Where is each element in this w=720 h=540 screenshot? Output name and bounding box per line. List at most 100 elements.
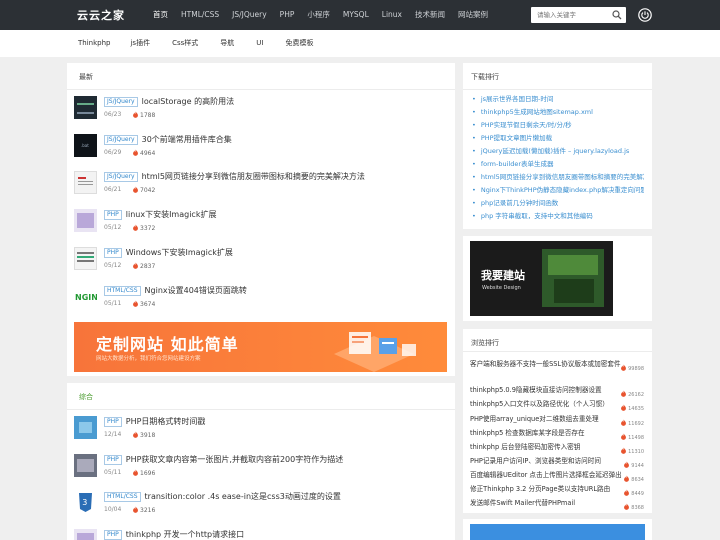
category-tag[interactable]: JS/JQuery [104,134,138,145]
article-title[interactable]: thinkphp 开发一个http请求接口 [126,530,244,539]
article-item[interactable]: NGINX HTML/CSS Nginx设置404错误页面跳转 05/11 367… [74,285,446,317]
ranking-item[interactable]: thinkphp5 检查数据库某字段是否存在 11498 [470,427,646,441]
nginx-logo-thumbnail[interactable]: NGINX [74,285,97,308]
article-title[interactable]: PHP日期格式转时间戳 [126,417,206,426]
article-item[interactable]: 3 HTML/CSS transition:color .4s ease-in这是… [74,491,446,523]
composite-heading: 综合 [79,393,93,401]
ranking-item[interactable]: thinkphp 后台登陆密码加密传入密钥 11310 [470,441,646,455]
article-item[interactable]: JS/JQuery localStorage 的高阶用法 06/23 1788 [74,96,446,128]
download-link[interactable]: Nginx下ThinkPHP伪静态隐藏index.php解决重定向问题 [472,184,644,197]
ranking-title[interactable]: 百度编辑器UEditor 点击上传图片选择框会延迟弹出 [470,469,622,479]
download-link[interactable]: PHP提取文章图片懒加载 [472,132,644,145]
cat-thinkphp[interactable]: Thinkphp [78,30,110,57]
ranking-item[interactable]: thinkphp5.0.9隐藏模块直接访问控制器设置 26162 [470,384,646,398]
ranking-item[interactable]: PHP记录用户访问IP、浏览器类型和访问时间 9144 [470,455,646,469]
cat-ui[interactable]: UI [256,30,263,57]
ranking-item[interactable]: 客户端和服务器不支持一般SSL协议版本或加密套件 99898 [470,358,646,372]
ranking-title[interactable]: thinkphp 后台登陆密码加密传入密钥 [470,441,622,451]
view-count: 3674 [132,300,155,308]
blue-banner[interactable] [470,524,645,540]
article-thumbnail[interactable] [74,171,97,194]
article-thumbnail[interactable] [74,529,97,540]
category-tag[interactable]: PHP [104,209,122,220]
article-item[interactable]: PHP PHP获取文章内容第一张图片,并截取内容前200字符作为描述 05/11 … [74,454,446,486]
ranking-item[interactable]: 发送邮件Swift Mailer代替PHPmail 8368 [470,497,646,511]
ranking-title[interactable]: thinkphp5入口文件以及路径优化（个人习惯） [470,398,622,408]
ranking-item[interactable]: 百度编辑器UEditor 点击上传图片选择框会延迟弹出 8634 [470,469,646,483]
nav-linux[interactable]: Linux [382,0,402,30]
ranking-title[interactable]: 客户端和服务器不支持一般SSL协议版本或加密套件 [470,358,622,368]
article-item[interactable]: PHP thinkphp 开发一个http请求接口 [74,529,446,540]
view-count: 1696 [132,469,155,477]
ranking-item[interactable]: PHP使用array_unique对二维数组去重处理 11692 [470,413,646,427]
website-design-ad[interactable]: 我要建站 Website Design [470,241,613,316]
article-item[interactable]: JS/JQuery html5网页链接分享到微信朋友圈带图标和摘要的完美解决方法 … [74,171,446,203]
ranking-views: 99898 [620,364,644,372]
category-tag[interactable]: PHP [104,454,122,465]
nav-js-jquery[interactable]: JS/JQuery [232,0,267,30]
download-link[interactable]: html5网页链接分享到微信朋友圈带图标和摘要的完美解决方法 [472,171,644,184]
article-title[interactable]: PHP获取文章内容第一张图片,并截取内容前200字符作为描述 [126,455,343,464]
article-thumbnail[interactable]: .bat [74,134,97,157]
ranking-item[interactable]: 修正Thinkphp 3.2 分页Page类以支持URL路由 8449 [470,483,646,497]
category-tag[interactable]: PHP [104,529,122,540]
article-thumbnail[interactable] [74,209,97,232]
search-icon[interactable] [612,10,622,20]
ranking-title[interactable]: 发送邮件Swift Mailer代替PHPmail [470,497,622,507]
cat-navigation[interactable]: 导航 [220,30,234,57]
nav-home[interactable]: 首页 [153,0,168,30]
download-link[interactable]: form-builder表单生成器 [472,158,644,171]
cat-free-templates[interactable]: 免费模板 [285,30,313,57]
ranking-title[interactable]: thinkphp5.0.9隐藏模块直接访问控制器设置 [470,384,622,394]
article-thumbnail[interactable] [74,96,97,119]
ranking-title[interactable]: thinkphp5 检查数据库某字段是否存在 [470,427,622,437]
download-link[interactable]: php记录前几分钟时间函数 [472,197,644,210]
article-thumbnail[interactable] [74,454,97,477]
nav-html-css[interactable]: HTML/CSS [181,0,219,30]
article-item[interactable]: PHP linux下安装Imagick扩展 05/12 3372 [74,209,446,241]
ranking-item[interactable]: thinkphp5入口文件以及路径优化（个人习惯） 14635 [470,398,646,412]
article-title[interactable]: linux下安装Imagick扩展 [126,210,217,219]
article-item[interactable]: .bat JS/JQuery 30个前端常用插件库合集 06/29 4964 [74,134,446,166]
promo-banner[interactable]: 定制网站 如此简单 网站大数据分析，我们符合您网站建设方案 [74,322,447,372]
main-nav: 首页 HTML/CSS JS/JQuery PHP 小程序 MYSQL Linu… [153,0,501,30]
view-count-value: 2837 [140,263,156,270]
download-link[interactable]: js展示世界各国日期-时间 [472,93,644,106]
article-title[interactable]: transition:color .4s ease-in这是css3动画过度的设… [145,492,341,501]
article-title[interactable]: Windows下安装Imagick扩展 [126,248,233,257]
category-tag[interactable]: JS/JQuery [104,171,138,182]
article-title[interactable]: localStorage 的高阶用法 [142,97,234,106]
download-link[interactable]: jQuery延迟加载(懒加载)插件 – jquery.lazyload.js [472,145,644,158]
article-title[interactable]: 30个前端常用插件库合集 [142,135,232,144]
article-title[interactable]: Nginx设置404错误页面跳转 [145,286,247,295]
category-tag[interactable]: JS/JQuery [104,96,138,107]
category-tag[interactable]: HTML/CSS [104,285,141,296]
nav-site-cases[interactable]: 网站案例 [458,0,488,30]
ranking-title[interactable]: PHP使用array_unique对二维数组去重处理 [470,413,622,423]
ranking-title[interactable]: PHP记录用户访问IP、浏览器类型和访问时间 [470,455,622,465]
download-link[interactable]: php 字符串截取，支持中文和其他编码 [472,210,644,223]
category-tag[interactable]: HTML/CSS [104,491,141,502]
nav-php[interactable]: PHP [280,0,295,30]
download-link[interactable]: thinkphp5生成网站地图sitemap.xml [472,106,644,119]
article-title[interactable]: html5网页链接分享到微信朋友圈带图标和摘要的完美解决方法 [142,172,365,181]
download-link[interactable]: PHP实现节假日剩余天/时/分/秒 [472,119,644,132]
flame-icon [621,404,627,411]
power-icon[interactable] [638,8,652,22]
article-thumbnail[interactable] [74,247,97,270]
cat-css[interactable]: Css样式 [172,30,198,57]
category-tag[interactable]: PHP [104,247,122,258]
article-item[interactable]: PHP PHP日期格式转时间戳 12/14 3918 [74,416,446,448]
category-tag[interactable]: PHP [104,416,122,427]
site-logo[interactable]: 云云之家 [77,7,125,23]
article-item[interactable]: PHP Windows下安装Imagick扩展 05/12 2837 [74,247,446,279]
article-thumbnail[interactable] [74,416,97,439]
ranking-title[interactable]: 修正Thinkphp 3.2 分页Page类以支持URL路由 [470,483,622,493]
nav-miniprogram[interactable]: 小程序 [307,0,330,30]
ad-title: 我要建站 [481,269,525,282]
css3-logo-thumbnail[interactable]: 3 [74,491,97,514]
nav-mysql[interactable]: MYSQL [343,0,369,30]
search-input[interactable] [531,7,609,23]
cat-js-plugins[interactable]: js插件 [130,30,150,57]
nav-tech-news[interactable]: 技术新闻 [415,0,445,30]
